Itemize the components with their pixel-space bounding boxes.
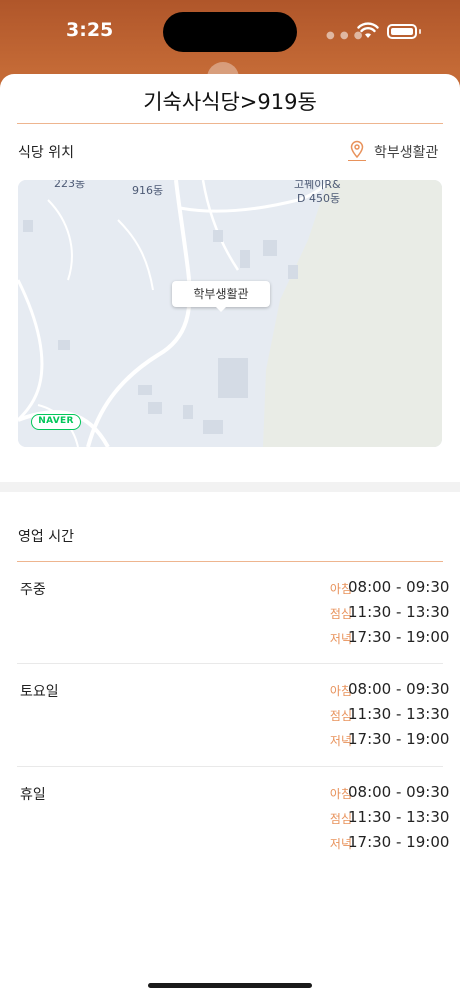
meal-row-lunch: 점심 11:30 - 13:30: [0, 603, 460, 625]
meal-time: 17:30 - 19:00: [348, 730, 450, 748]
map-label: D 450동: [297, 192, 341, 205]
meal-row-lunch: 점심 11:30 - 13:30: [0, 808, 460, 830]
map-label: 223동: [54, 180, 86, 190]
meal-time: 11:30 - 13:30: [348, 808, 450, 826]
meal-time: 11:30 - 13:30: [348, 705, 450, 723]
hours-day-holiday: 휴일 아침 08:00 - 09:30 점심 11:30 - 13:30 저녁 …: [0, 783, 460, 886]
hours-section-label: 영업 시간: [18, 529, 74, 545]
meal-row-dinner: 저녁 17:30 - 19:00: [0, 628, 460, 650]
meal-time: 08:00 - 09:30: [348, 783, 450, 801]
meal-row-dinner: 저녁 17:30 - 19:00: [0, 730, 460, 752]
hours-day-weekday: 주중 아침 08:00 - 09:30 점심 11:30 - 13:30 저녁 …: [0, 578, 460, 681]
section-divider: [0, 482, 460, 492]
naver-logo: NAVER: [31, 414, 81, 430]
meal-time: 08:00 - 09:30: [348, 578, 450, 596]
hours-divider: [17, 561, 443, 562]
location-map[interactable]: 223동 916동 고꿰이R& D 450동 학부생활관 NAVER: [18, 180, 442, 447]
location-section-label: 식당 위치: [18, 145, 74, 161]
wifi-icon: [357, 22, 379, 38]
day-separator: [17, 766, 443, 767]
meal-row-breakfast: 아침 08:00 - 09:30: [0, 783, 460, 805]
meal-row-lunch: 점심 11:30 - 13:30: [0, 705, 460, 727]
map-marker-tail: [215, 306, 227, 312]
meal-time: 11:30 - 13:30: [348, 603, 450, 621]
map-label: 916동: [132, 184, 164, 197]
status-bar: 3:25 ● ● ●: [0, 0, 460, 64]
battery-tip: [419, 29, 421, 34]
home-indicator[interactable]: [148, 983, 312, 988]
hours-day-saturday: 토요일 아침 08:00 - 09:30 점심 11:30 - 13:30 저녁…: [0, 680, 460, 783]
location-value[interactable]: 학부생활관: [374, 142, 438, 162]
meal-row-breakfast: 아침 08:00 - 09:30: [0, 578, 460, 600]
title-divider: [17, 123, 443, 124]
location-pin-icon: [350, 140, 364, 159]
meal-time: 17:30 - 19:00: [348, 833, 450, 851]
status-time: 3:25: [66, 19, 114, 41]
page-title: 기숙사식당>919동: [143, 90, 317, 114]
map-marker-label[interactable]: 학부생활관: [172, 281, 270, 307]
meal-time: 08:00 - 09:30: [348, 680, 450, 698]
meal-row-dinner: 저녁 17:30 - 19:00: [0, 833, 460, 855]
battery-icon: [387, 24, 417, 39]
meal-row-breakfast: 아침 08:00 - 09:30: [0, 680, 460, 702]
meal-time: 17:30 - 19:00: [348, 628, 450, 646]
detail-sheet: 기숙사식당>919동 식당 위치 학부생활관 223동 916동 고꿰이R& D…: [0, 74, 460, 997]
pin-underline: [348, 160, 366, 161]
map-roads: [18, 180, 442, 447]
dynamic-island: [163, 12, 297, 52]
day-separator: [17, 663, 443, 664]
